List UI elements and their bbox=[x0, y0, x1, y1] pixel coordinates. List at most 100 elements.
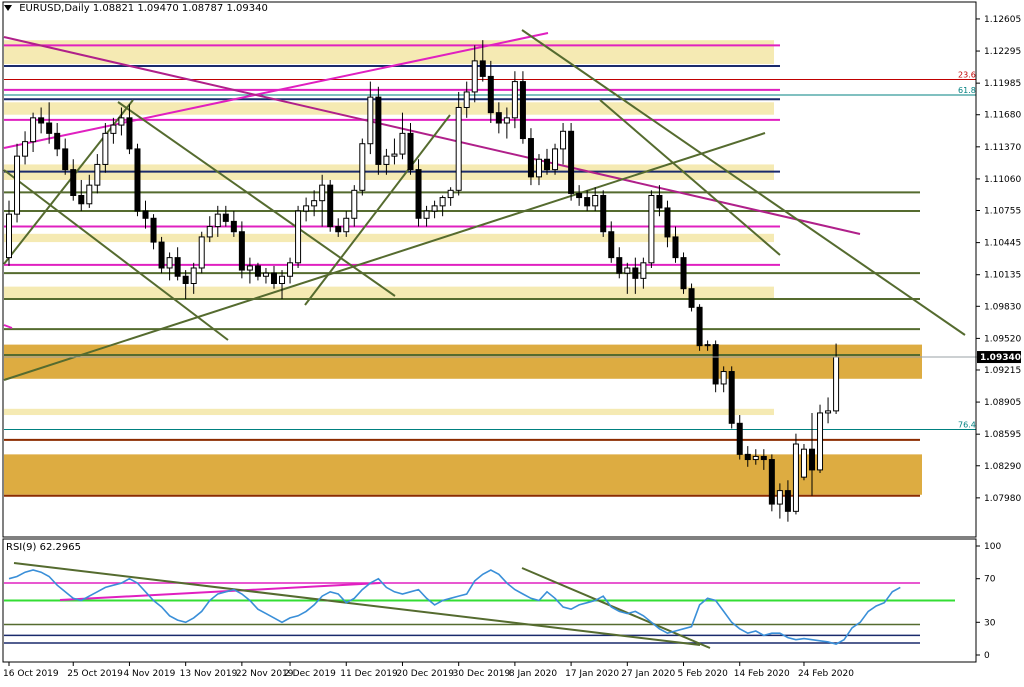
candle-body bbox=[568, 130, 575, 194]
rsi-tick-label: 30 bbox=[984, 618, 996, 628]
candle bbox=[768, 454, 775, 512]
candle-body bbox=[262, 272, 269, 277]
candle bbox=[800, 444, 807, 481]
candle-body bbox=[351, 189, 358, 219]
candle-body bbox=[600, 194, 607, 233]
candle-body bbox=[672, 236, 679, 259]
candle-body bbox=[359, 143, 366, 191]
candle-body bbox=[327, 184, 334, 228]
candle-body bbox=[680, 257, 687, 290]
candle-body bbox=[592, 194, 599, 207]
candle-body bbox=[70, 169, 77, 196]
candle-body bbox=[527, 138, 534, 178]
close-value: 1.09340 bbox=[226, 3, 268, 14]
time-tick-label: 27 Jan 2020 bbox=[621, 669, 675, 679]
candle bbox=[568, 123, 575, 201]
candle-body bbox=[552, 148, 559, 171]
candle-body bbox=[776, 490, 783, 505]
candle-body bbox=[206, 226, 213, 238]
candle-body bbox=[319, 184, 326, 202]
candle-body bbox=[14, 155, 21, 215]
candle-body bbox=[503, 117, 510, 124]
price-tick-label: 1.09830 bbox=[984, 302, 1021, 312]
high-value: 1.09470 bbox=[137, 3, 179, 14]
candle-body bbox=[190, 267, 197, 285]
price-tick-label: 1.11985 bbox=[984, 79, 1021, 89]
candle-body bbox=[576, 192, 583, 199]
price-zone bbox=[4, 454, 922, 495]
candle-body bbox=[792, 443, 799, 512]
fib-level-label: 23.6 bbox=[958, 71, 976, 80]
candle-body bbox=[22, 141, 29, 157]
low-value: 1.08787 bbox=[181, 3, 224, 14]
time-tick-label: 8 Jan 2020 bbox=[509, 669, 557, 679]
candle bbox=[295, 205, 302, 268]
candle-body bbox=[809, 448, 815, 471]
candle bbox=[415, 159, 422, 227]
candle bbox=[648, 190, 655, 268]
candle-body bbox=[495, 112, 502, 124]
candle-body bbox=[6, 213, 12, 259]
candle bbox=[158, 236, 165, 274]
candle bbox=[600, 190, 607, 237]
candle-body bbox=[720, 371, 727, 385]
candle bbox=[375, 86, 382, 175]
time-tick-label: 2 Dec 2019 bbox=[284, 669, 336, 679]
candle-body bbox=[471, 60, 478, 93]
price-zone bbox=[4, 344, 922, 379]
candle-body bbox=[279, 275, 286, 285]
candle-body bbox=[118, 117, 125, 126]
candle-body bbox=[222, 213, 229, 222]
rsi-label: RSI(9) bbox=[6, 542, 37, 553]
candle-body bbox=[712, 344, 719, 385]
chart-header: EURUSD,Daily 1.08821 1.09470 1.08787 1.0… bbox=[4, 3, 268, 14]
candle-body bbox=[335, 226, 342, 233]
candle-body bbox=[86, 184, 93, 205]
candle-body bbox=[38, 117, 45, 124]
candle-body bbox=[198, 236, 205, 269]
candle-body bbox=[455, 106, 462, 191]
candle-body bbox=[728, 371, 735, 424]
price-zone bbox=[4, 40, 774, 64]
candle-body bbox=[760, 455, 767, 461]
candle-body bbox=[825, 410, 832, 414]
candle-body bbox=[102, 132, 109, 165]
candle-body bbox=[431, 205, 438, 212]
collapse-arrow-icon[interactable] bbox=[4, 5, 12, 11]
candle-body bbox=[399, 132, 406, 155]
time-tick-label: 30 Dec 2019 bbox=[453, 669, 511, 679]
price-zone bbox=[4, 408, 774, 416]
candle-body bbox=[744, 453, 751, 461]
candle-body bbox=[800, 448, 807, 478]
time-tick-label: 17 Jan 2020 bbox=[565, 669, 619, 679]
rsi-value: 62.2965 bbox=[39, 542, 81, 553]
candle-body bbox=[439, 197, 446, 207]
candle bbox=[817, 404, 824, 474]
rsi-tick-label: 70 bbox=[984, 575, 996, 585]
candle-body bbox=[624, 267, 631, 274]
candle-body bbox=[632, 267, 639, 279]
candle-body bbox=[46, 122, 53, 134]
candle bbox=[455, 91, 462, 196]
candle-body bbox=[511, 81, 518, 119]
price-tick-label: 1.12295 bbox=[984, 47, 1021, 57]
candle-body bbox=[246, 265, 253, 271]
candle-body bbox=[94, 163, 101, 186]
rsi-tick-label: 100 bbox=[984, 542, 1001, 552]
price-tick-label: 1.11680 bbox=[984, 111, 1021, 121]
candle-body bbox=[62, 148, 69, 171]
candle-body bbox=[214, 213, 221, 228]
candle-body bbox=[415, 169, 422, 219]
candle-body bbox=[407, 132, 414, 171]
candle-body bbox=[270, 272, 277, 285]
time-tick-label: 16 Oct 2019 bbox=[3, 669, 59, 679]
candle bbox=[680, 252, 687, 294]
candle-body bbox=[736, 422, 743, 455]
candle-body bbox=[311, 200, 318, 207]
time-tick-label: 14 Feb 2020 bbox=[734, 669, 790, 679]
candle-body bbox=[616, 257, 623, 274]
candle-body bbox=[640, 262, 647, 279]
symbol-label: EURUSD,Daily bbox=[19, 3, 90, 14]
fib-level-label: 76.4 bbox=[958, 421, 976, 430]
candle-body bbox=[150, 217, 157, 243]
